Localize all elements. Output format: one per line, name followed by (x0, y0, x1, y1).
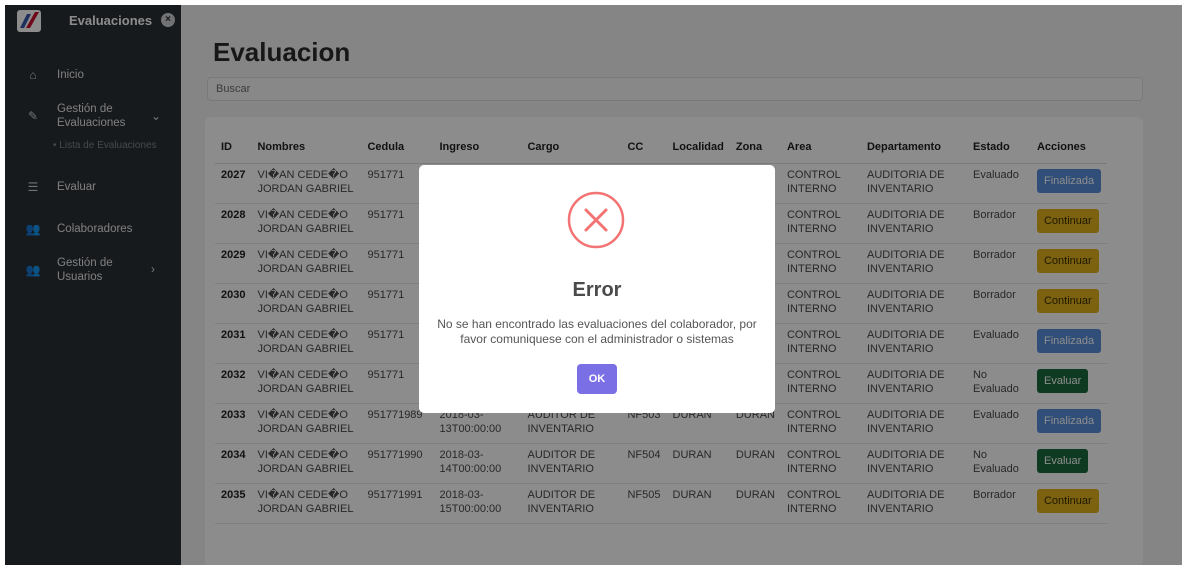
dialog-message: No se han encontrado las evaluaciones de… (437, 317, 757, 346)
error-dialog: Error No se han encontrado las evaluacio… (419, 165, 775, 413)
error-x-icon (567, 191, 625, 249)
ok-button[interactable]: OK (577, 364, 617, 394)
dialog-title: Error (572, 279, 622, 301)
app-frame: Evaluaciones × ⌂ Inicio ✎ Gestión de Eva… (0, 0, 1182, 565)
